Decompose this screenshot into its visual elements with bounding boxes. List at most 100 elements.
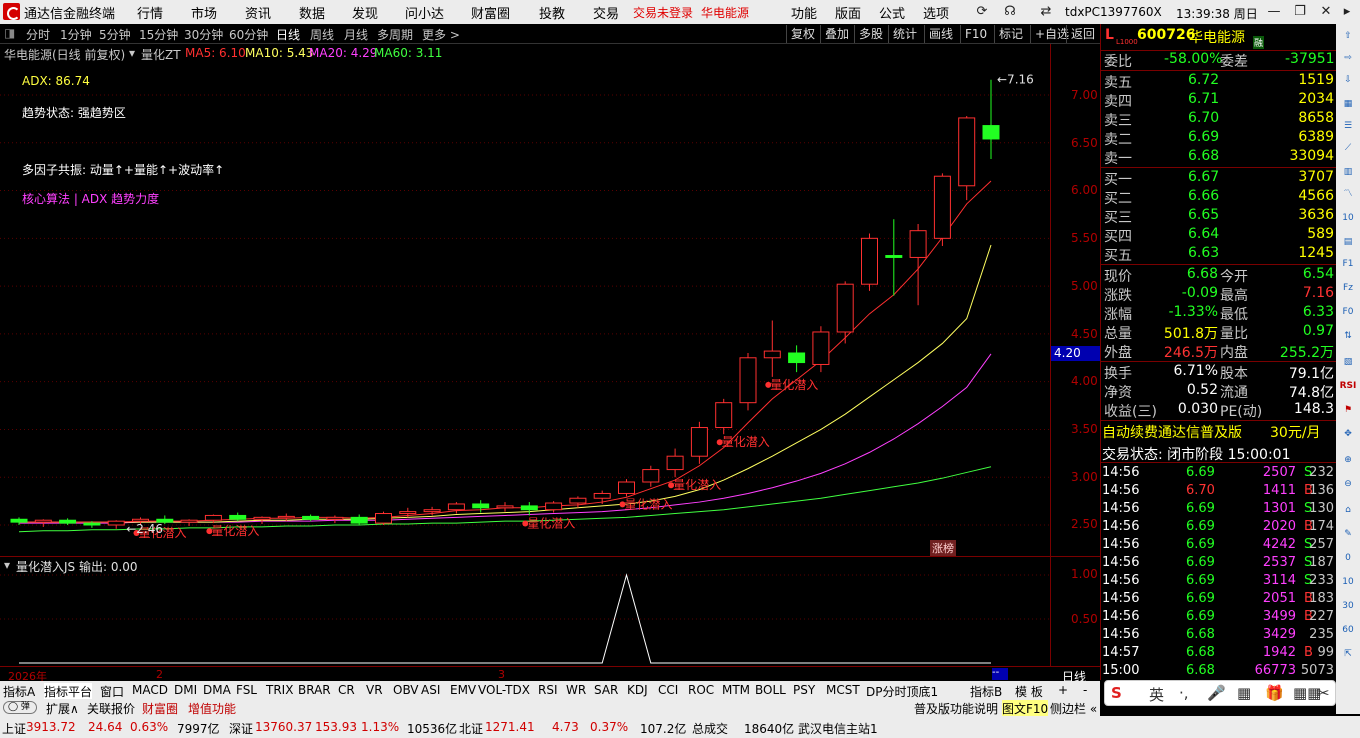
sort-icon[interactable]: ⇅ xyxy=(1339,328,1357,344)
related-quote-tab[interactable]: 关联报价 xyxy=(87,700,135,717)
stats-button[interactable]: 统计 xyxy=(888,25,921,43)
tick-icon[interactable]: ▧ xyxy=(1339,354,1357,370)
indicator-b-tab[interactable]: 指标B xyxy=(970,683,1002,700)
ime-lang[interactable]: 英 xyxy=(1149,684,1164,705)
f0-icon[interactable]: F0 xyxy=(1339,304,1357,320)
sidebar-toggle[interactable]: 侧边栏 « xyxy=(1050,700,1097,717)
fz-icon[interactable]: Fz xyxy=(1339,280,1357,296)
sub-indicator-chart[interactable] xyxy=(0,572,1050,666)
indicator-tab[interactable]: BRAR xyxy=(298,683,331,697)
minimize-icon[interactable]: — xyxy=(1264,2,1284,22)
indicator-tab[interactable]: KDJ xyxy=(627,683,648,697)
kline-icon[interactable]: ▥ xyxy=(1339,164,1357,180)
expand-icon[interactable]: ⇱ xyxy=(1339,646,1357,662)
up-arrow-icon[interactable]: ⇧ xyxy=(1339,28,1357,44)
headset-icon[interactable]: ☊ xyxy=(1000,2,1020,22)
back-button[interactable]: 返回 xyxy=(1066,25,1099,43)
menu-item-edu[interactable]: 投教 xyxy=(539,3,565,22)
indicator-tab[interactable]: PSY xyxy=(793,683,815,697)
sh-label[interactable]: 上证 xyxy=(2,720,26,737)
menu-item-trade[interactable]: 交易 xyxy=(593,3,619,22)
indicator-tab[interactable]: RSI xyxy=(538,683,558,697)
menu-item-formula[interactable]: 公式 xyxy=(879,3,905,22)
toggle-switch[interactable]: ◯ 弹 xyxy=(3,701,37,714)
panel-toggle-icon[interactable]: ◨ xyxy=(4,26,15,40)
period-1min[interactable]: 1分钟 xyxy=(60,26,92,43)
menu-item-wealth[interactable]: 财富圈 xyxy=(471,3,510,22)
indicator-tab[interactable]: VR xyxy=(366,683,383,697)
server-name[interactable]: 武汉电信主站1 xyxy=(798,720,878,737)
indicator-tab[interactable]: 指标平台 xyxy=(44,683,93,700)
sogou-icon[interactable]: S xyxy=(1111,684,1122,702)
tool-icon[interactable]: ⌂ xyxy=(1339,502,1357,518)
wealth-circle-tab[interactable]: 财富圈 xyxy=(142,700,178,717)
menu-item-function[interactable]: 功能 xyxy=(791,3,817,22)
menu-item-layout[interactable]: 版面 xyxy=(835,3,861,22)
period-daily[interactable]: 日线 xyxy=(276,26,300,43)
kline-chart[interactable]: 量化潜入 量化潜入量化潜入量化潜入量化潜入量化潜入量化潜入←7.16←2.46 xyxy=(0,62,1050,556)
mark-icon[interactable]: ⚑ xyxy=(1339,402,1357,418)
refresh-icon[interactable]: ⟳ xyxy=(972,2,992,22)
dropdown-icon[interactable]: ▾ xyxy=(129,46,135,60)
zoom-out-icon[interactable]: ⊖ xyxy=(1339,476,1357,492)
move-icon[interactable]: ✥ xyxy=(1339,426,1357,442)
indicator-tab[interactable]: MACD xyxy=(132,683,168,697)
indicator-tab[interactable]: OBV xyxy=(393,683,419,697)
period-30min[interactable]: 30分钟 xyxy=(184,26,223,43)
indicator-tab[interactable]: BOLL xyxy=(755,683,786,697)
indicator-tab[interactable]: ASI xyxy=(421,683,440,697)
sub-toggle-icon[interactable]: ▾ xyxy=(4,558,10,572)
menu-item-ask[interactable]: 问小达 xyxy=(405,3,444,22)
promo-price[interactable]: 30元/月 xyxy=(1270,422,1321,442)
f10-button[interactable]: F10 xyxy=(960,25,991,43)
menu-item-quotes[interactable]: 行情 xyxy=(137,3,163,22)
punct-icon[interactable]: ·, xyxy=(1179,684,1189,702)
indicator-tab[interactable]: DMI xyxy=(174,683,197,697)
expand-tab[interactable]: 扩展∧ xyxy=(46,700,79,717)
right-arrow-icon[interactable]: ⇨ xyxy=(1339,50,1357,66)
period-more[interactable]: 更多 > xyxy=(422,26,460,43)
period-5min[interactable]: 5分钟 xyxy=(99,26,131,43)
link-icon[interactable]: ⇄ xyxy=(1036,2,1056,22)
indicator-name[interactable]: 量化ZT xyxy=(141,46,181,63)
scroll-icon[interactable]: ▸ xyxy=(1340,2,1354,22)
indicator-tab[interactable]: CCI xyxy=(658,683,678,697)
list-icon[interactable]: ☰ xyxy=(1339,118,1357,134)
indicator-tab[interactable]: 指标A xyxy=(3,683,35,700)
indicator-tab[interactable]: TRIX xyxy=(266,683,293,697)
indicator-tab[interactable]: DMA xyxy=(203,683,231,697)
mic-icon[interactable]: 🎤 xyxy=(1207,684,1226,702)
add-tab[interactable]: + xyxy=(1058,683,1068,697)
f10-link[interactable]: 图文F10 xyxy=(1002,700,1049,717)
period-60min[interactable]: 60分钟 xyxy=(229,26,268,43)
indicator-tab[interactable]: CR xyxy=(338,683,355,697)
restore-icon[interactable]: ❐ xyxy=(1290,2,1310,22)
rsi-icon[interactable]: RSI xyxy=(1339,378,1357,394)
zoom-in-icon[interactable]: ⊕ xyxy=(1339,452,1357,468)
gift-icon[interactable]: 🎁 xyxy=(1265,684,1284,702)
menu-item-discover[interactable]: 发现 xyxy=(352,3,378,22)
trend-icon[interactable]: 〽 xyxy=(1339,186,1357,202)
adjust-button[interactable]: 复权 xyxy=(786,25,819,43)
sixty-icon[interactable]: 60 xyxy=(1339,622,1357,638)
sz-label[interactable]: 深证 xyxy=(229,720,253,737)
indicator-tab[interactable]: VOL-TDX xyxy=(478,683,530,697)
menu-item-options[interactable]: 选项 xyxy=(923,3,949,22)
promo-text[interactable]: 自动续费通达信普及版 xyxy=(1102,422,1242,442)
period-timeshare[interactable]: 分时 xyxy=(26,26,50,43)
period-monthly[interactable]: 月线 xyxy=(344,26,368,43)
indicator-tab[interactable]: MCST xyxy=(826,683,860,697)
value-added-tab[interactable]: 增值功能 xyxy=(188,700,236,717)
brush-icon[interactable]: ✎ xyxy=(1339,526,1357,542)
zero-icon[interactable]: 0 xyxy=(1339,550,1357,566)
alert-stock-name[interactable]: 华电能源 xyxy=(701,4,749,21)
period-15min[interactable]: 15分钟 xyxy=(139,26,178,43)
close-icon[interactable]: ✕ xyxy=(1316,2,1336,22)
thirty-icon[interactable]: 30 xyxy=(1339,598,1357,614)
chart-icon[interactable]: ⟋ xyxy=(1339,140,1357,156)
period-multi[interactable]: 多周期 xyxy=(377,26,413,43)
indicator-tab[interactable]: MTM xyxy=(722,683,750,697)
draw-button[interactable]: 画线 xyxy=(924,25,957,43)
tool-icon[interactable]: ✂ xyxy=(1317,684,1330,702)
indicator-tab[interactable]: EMV xyxy=(450,683,476,697)
